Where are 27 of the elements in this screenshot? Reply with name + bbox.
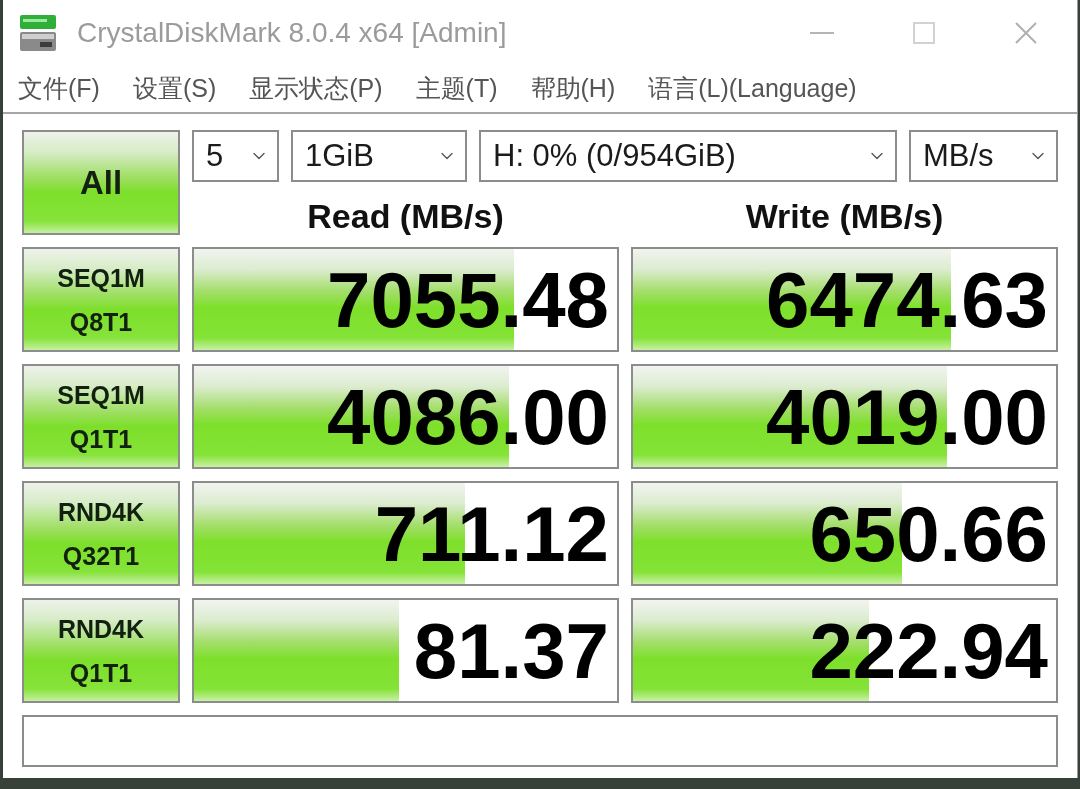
dropdown[interactable]: 1GiB: [291, 130, 467, 182]
column-header: Read (MB/s): [306, 197, 505, 235]
minimize-icon: [810, 31, 834, 34]
close-icon: [1015, 21, 1037, 44]
result-value: 711.12: [374, 494, 609, 573]
test-button[interactable]: RND4K Q1T1: [22, 598, 180, 703]
window-title: CrystalDiskMark 8.0.4 x64 [Admin]: [77, 15, 507, 50]
menu-item[interactable]: 帮助(H): [530, 69, 616, 108]
dropdown[interactable]: 5: [192, 130, 279, 182]
result-value: 81.37: [413, 611, 609, 690]
dropdown[interactable]: H: 0% (0/954GiB): [479, 130, 897, 182]
test-button[interactable]: SEQ1M Q1T1: [22, 364, 180, 469]
maximize-icon: [913, 21, 935, 44]
menu-item[interactable]: 语言(L)(Language): [648, 69, 857, 108]
result-value: 650.66: [809, 494, 1048, 573]
dropdown[interactable]: MB/s: [909, 130, 1058, 182]
run-all-button[interactable]: All: [22, 130, 180, 235]
result-value: 222.94: [809, 611, 1048, 690]
comment-field[interactable]: [22, 715, 1058, 767]
menu-item[interactable]: 设置(S): [132, 69, 217, 108]
test-button[interactable]: RND4K Q32T1: [22, 481, 180, 586]
menu-item[interactable]: 显示状态(P): [249, 69, 383, 108]
column-header: Write (MB/s): [744, 197, 945, 235]
test-button[interactable]: SEQ1M Q8T1: [22, 247, 180, 352]
menu-item[interactable]: 主题(T): [415, 69, 498, 108]
drive-icon: [20, 14, 56, 51]
menu-item[interactable]: 文件(F): [18, 69, 100, 108]
